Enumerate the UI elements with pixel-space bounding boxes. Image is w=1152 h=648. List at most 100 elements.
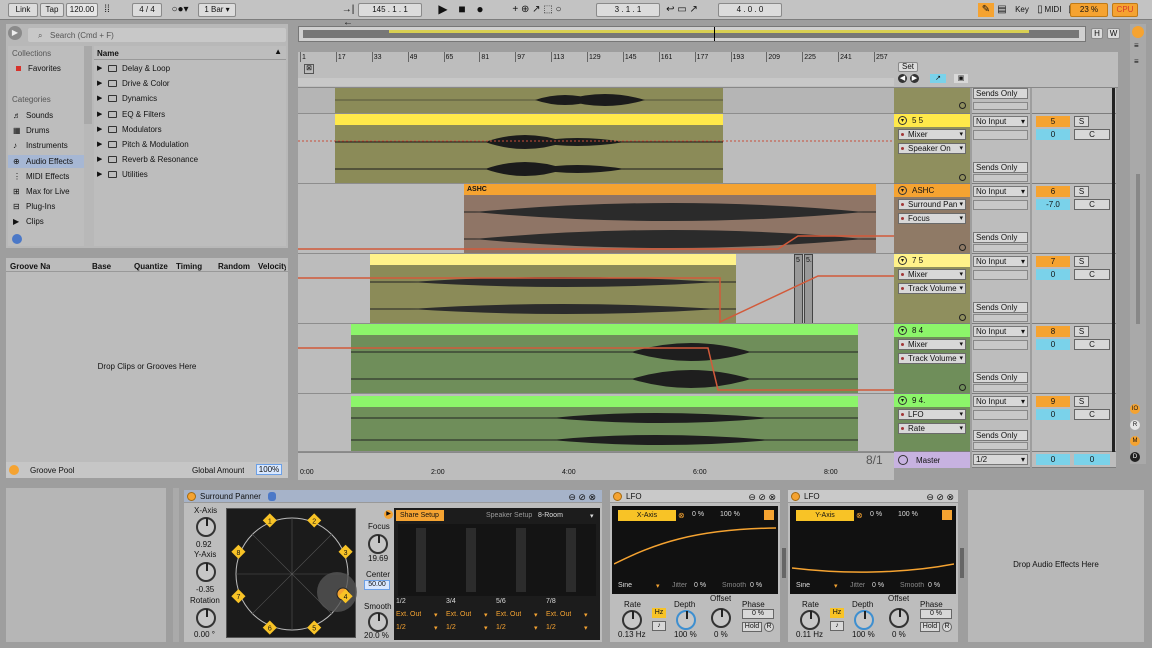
lfo-2-sync-icon[interactable]: ♪: [830, 621, 844, 631]
category-item[interactable]: ⊕ Audio Effects: [8, 154, 84, 168]
sends-select[interactable]: Sends Only: [973, 232, 1028, 243]
add-lane-icon[interactable]: [959, 244, 966, 251]
speaker-setup-arrow-icon[interactable]: ▾: [590, 512, 594, 520]
automation-device-select[interactable]: Mixer ▾: [898, 129, 966, 140]
folder-item[interactable]: ▶ Modulators: [94, 123, 286, 136]
loop-length-field[interactable]: 4 . 0 . 0: [718, 3, 782, 17]
folder-item[interactable]: ▶ Delay & Loop: [94, 62, 286, 75]
category-item[interactable]: ⊞ Max for Live: [8, 185, 84, 198]
lfo-2-jitter[interactable]: 0 %: [872, 582, 884, 589]
category-item[interactable]: ▦ Drums: [8, 124, 84, 137]
back-icon[interactable]: ◀: [898, 74, 907, 83]
lfo-2-unmap-icon[interactable]: ⊗: [856, 511, 863, 520]
chevron-right-icon[interactable]: ▶: [97, 140, 102, 148]
loop-bar[interactable]: [298, 78, 894, 86]
mixer-toggle-icon[interactable]: M: [1130, 436, 1140, 446]
x-axis-knob[interactable]: [196, 517, 216, 537]
track-title-bar[interactable]: ▾ 5 5: [894, 114, 970, 127]
folder-item[interactable]: ▶ Drive & Color: [94, 77, 286, 90]
pan-field[interactable]: C: [1074, 409, 1110, 420]
automation-device-select[interactable]: Mixer ▾: [898, 269, 966, 280]
menu-icon[interactable]: ≡: [1134, 42, 1142, 50]
groove-column-header[interactable]: Quantize: [134, 262, 174, 271]
sends-select[interactable]: Sends Only: [973, 372, 1028, 383]
lfo-2-power-icon[interactable]: [791, 492, 800, 501]
lfo-1-jitter[interactable]: 0 %: [694, 582, 706, 589]
automation-param-select[interactable]: Track Volume ▾: [898, 353, 966, 364]
track-activator[interactable]: 6: [1036, 186, 1070, 197]
lfo-1-max[interactable]: 100 %: [720, 511, 740, 518]
chevron-right-icon[interactable]: ▶: [97, 155, 102, 163]
folder-item[interactable]: ▶ Reverb & Resonance: [94, 153, 286, 166]
globe-icon[interactable]: [12, 234, 22, 244]
surround-panner-header[interactable]: Surround Panner ⊖ ⊘ ⊗: [184, 490, 602, 503]
out-pair-arrow-icon[interactable]: ▾: [534, 624, 538, 632]
stop-icon[interactable]: ■: [456, 3, 468, 17]
lfo-2-max[interactable]: 100 %: [898, 511, 918, 518]
smooth-knob[interactable]: [368, 612, 388, 632]
out-pair-arrow-icon[interactable]: ▾: [584, 624, 588, 632]
output-field[interactable]: [973, 244, 1028, 252]
loop-toggle-icon[interactable]: ↩ ▭ ↗: [662, 3, 702, 17]
ext-out-select[interactable]: Ext. Out: [546, 611, 571, 618]
input-channel-field[interactable]: [973, 130, 1028, 140]
track-lane-1[interactable]: [298, 88, 894, 114]
midi-map-button[interactable]: MIDI: [1042, 3, 1064, 17]
lfo-2-phase-field[interactable]: 0 %: [920, 609, 952, 619]
groove-drop-zone[interactable]: Drop Clips or Grooves Here: [6, 362, 288, 371]
automation-param-select[interactable]: Rate ▾: [898, 423, 966, 434]
pan-field[interactable]: C: [1074, 129, 1110, 140]
lfo-1-sync-icon[interactable]: ♪: [652, 621, 666, 631]
cpu-button[interactable]: CPU: [1112, 3, 1138, 17]
category-item[interactable]: ▶ Clips: [8, 215, 84, 228]
metronome-icon[interactable]: ○●▾: [166, 3, 194, 17]
chevron-right-icon[interactable]: ▶: [97, 94, 102, 102]
sends-select[interactable]: Sends Only: [973, 162, 1028, 173]
draw-mode-icon[interactable]: ✎: [978, 3, 994, 17]
output-field[interactable]: [973, 384, 1028, 392]
automation-tools-icon[interactable]: + ⊕ ↗ ⬚ ○: [502, 3, 572, 17]
master-output-select[interactable]: 1/2 ▾: [973, 454, 1028, 465]
track-activator[interactable]: 8: [1036, 326, 1070, 337]
device-header-icons[interactable]: ⊖ ⊘ ⊗: [568, 491, 596, 504]
folder-item[interactable]: ▶ Dynamics: [94, 92, 286, 105]
device-power-icon[interactable]: [187, 492, 196, 501]
lfo-2-offset-knob[interactable]: [889, 608, 909, 628]
output-field[interactable]: [973, 442, 1028, 450]
ext-out-select[interactable]: Ext. Out: [496, 611, 521, 618]
master-volume[interactable]: 0: [1036, 454, 1070, 465]
time-signature-field[interactable]: 4 / 4: [132, 3, 162, 17]
panner-field[interactable]: 1 2 3 4 5 6 7 8: [226, 508, 357, 638]
input-channel-field[interactable]: [973, 200, 1028, 210]
automation-param-select[interactable]: Track Volume ▾: [898, 283, 966, 294]
ext-out-arrow-icon[interactable]: ▾: [534, 611, 538, 619]
out-pair-select[interactable]: 1/2: [546, 624, 556, 631]
automation-device-select[interactable]: LFO ▾: [898, 409, 966, 420]
automation-device-select[interactable]: Mixer ▾: [898, 339, 966, 350]
track-1-sends-select[interactable]: Sends Only: [973, 88, 1028, 99]
lfo-1-header-icons[interactable]: ⊖ ⊘ ⊗: [748, 491, 776, 504]
track-lane-7[interactable]: 5 5.: [298, 254, 894, 324]
lfo-1-shape[interactable]: Sine: [618, 582, 632, 589]
io-toggle-icon[interactable]: IO: [1130, 404, 1140, 414]
solo-button[interactable]: S: [1074, 116, 1089, 127]
name-column-header[interactable]: Name: [97, 49, 119, 58]
category-item[interactable]: ♬ Sounds: [8, 109, 84, 122]
folder-item[interactable]: ▶ Pitch & Modulation: [94, 138, 286, 151]
volume-field[interactable]: 0: [1036, 129, 1070, 140]
lfo-1-rate-knob[interactable]: [622, 610, 642, 630]
volume-field[interactable]: -7.0: [1036, 199, 1070, 210]
chevron-right-icon[interactable]: ▶: [97, 79, 102, 87]
favorites-item[interactable]: Favorites: [28, 64, 61, 73]
sidebar-scrollbar[interactable]: [84, 46, 92, 124]
follow-icon[interactable]: →|←: [338, 3, 358, 28]
lfo-2-map-icon[interactable]: [942, 510, 952, 520]
track-activator[interactable]: 9: [1036, 396, 1070, 407]
center-field[interactable]: 50.00: [364, 580, 390, 590]
lfo-1-map-icon[interactable]: [764, 510, 774, 520]
lfo-2-smooth[interactable]: 0 %: [928, 582, 940, 589]
input-channel-field[interactable]: [973, 340, 1028, 350]
loop-start-field[interactable]: 3 . 1 . 1: [596, 3, 660, 17]
lfo-1-smooth[interactable]: 0 %: [750, 582, 762, 589]
device-divider-2[interactable]: [960, 548, 964, 578]
